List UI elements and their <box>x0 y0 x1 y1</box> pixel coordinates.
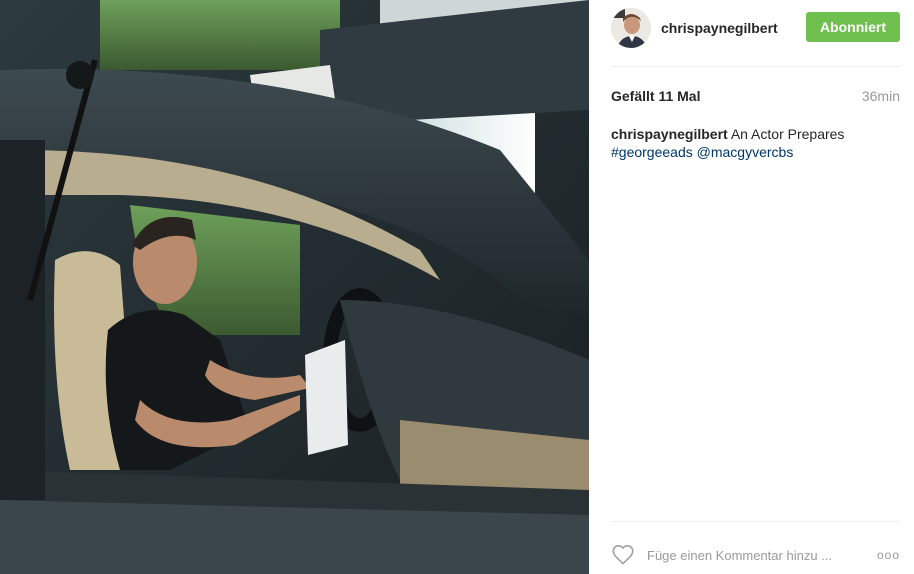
mention-link[interactable]: @macgyvercbs <box>697 144 794 160</box>
divider <box>611 521 900 522</box>
photo-image <box>0 0 589 574</box>
post-photo[interactable] <box>0 0 589 574</box>
heart-outline-icon[interactable] <box>611 543 635 567</box>
instagram-post: chrispaynegilbert Abonniert Gefällt 11 M… <box>0 0 914 574</box>
likes-count[interactable]: Gefällt 11 Mal <box>611 88 700 104</box>
post-caption: chrispaynegilbert An Actor Prepares #geo… <box>611 125 900 161</box>
follow-button[interactable]: Abonniert <box>806 12 900 42</box>
avatar-image <box>611 8 651 48</box>
comment-input[interactable]: Füge einen Kommentar hinzu ... <box>647 548 877 563</box>
username-link[interactable]: chrispaynegilbert <box>661 20 778 36</box>
divider <box>611 66 900 67</box>
post-timestamp[interactable]: 36min <box>862 88 900 104</box>
post-sidebar: chrispaynegilbert Abonniert Gefällt 11 M… <box>589 0 914 574</box>
more-options-icon[interactable]: ooo <box>877 548 900 562</box>
caption-text: An Actor Prepares <box>727 126 845 142</box>
avatar[interactable] <box>611 8 651 48</box>
post-header: chrispaynegilbert Abonniert <box>611 8 900 48</box>
caption-username[interactable]: chrispaynegilbert <box>611 126 728 142</box>
hashtag-link[interactable]: #georgeeads <box>611 144 693 160</box>
comment-bar: Füge einen Kommentar hinzu ... ooo <box>611 541 900 569</box>
